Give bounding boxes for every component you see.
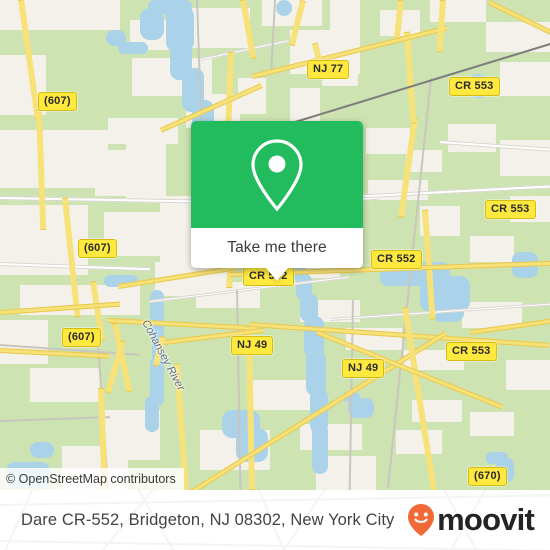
map-shield: CR 553 [449, 77, 500, 96]
moovit-wordmark: moovit [437, 502, 535, 537]
map-landuse [0, 130, 108, 188]
map-landuse [470, 412, 514, 436]
take-me-there-popup[interactable]: Take me there [191, 121, 363, 281]
map-attribution[interactable]: © OpenStreetMap contributors [0, 468, 184, 490]
take-me-there-label: Take me there [227, 239, 327, 256]
moovit-logo[interactable]: moovit [406, 502, 535, 537]
map-shield: CR 553 [485, 200, 536, 219]
map-landuse [366, 128, 410, 154]
map-water [140, 8, 164, 40]
map-landuse [500, 62, 550, 96]
footer-bar: Dare CR-552, Bridgeton, NJ 08302, New Yo… [0, 490, 550, 550]
map-shield: (607) [38, 92, 77, 111]
map-landuse [0, 320, 48, 364]
popup-action-area[interactable]: Take me there [191, 228, 363, 281]
map-landuse [506, 360, 550, 390]
map-water [312, 424, 328, 474]
location-pin-icon [251, 138, 303, 211]
map-shield: (670) [468, 467, 507, 486]
map-shield: CR 553 [446, 342, 497, 361]
map-landuse [262, 0, 322, 26]
moovit-map-screenshot: (607) NJ 77 CR 553 CR 553 (607) CR 552 C… [0, 0, 550, 550]
map-shield: (607) [78, 239, 117, 258]
map-landuse [30, 368, 100, 402]
map-water [276, 0, 292, 16]
map-shield: NJ 49 [231, 336, 274, 355]
map-landuse [470, 236, 514, 262]
map-landuse [300, 424, 362, 450]
map-shield: NJ 77 [307, 60, 350, 79]
popup-tail [266, 268, 288, 281]
map-water [145, 396, 159, 432]
map-shield: NJ 49 [342, 359, 385, 378]
map-landuse [330, 0, 360, 30]
address-label: Dare CR-552, Bridgeton, NJ 08302, New Yo… [21, 510, 395, 529]
map-shield: CR 552 [371, 250, 422, 269]
map-shield: (607) [62, 328, 101, 347]
map-landuse [448, 124, 496, 152]
moovit-smiley-pin-icon [408, 504, 435, 536]
map-water [118, 42, 148, 54]
popup-image-area [191, 121, 363, 228]
map-landuse [126, 130, 166, 200]
map-water [30, 442, 54, 458]
map-landuse [396, 430, 442, 454]
